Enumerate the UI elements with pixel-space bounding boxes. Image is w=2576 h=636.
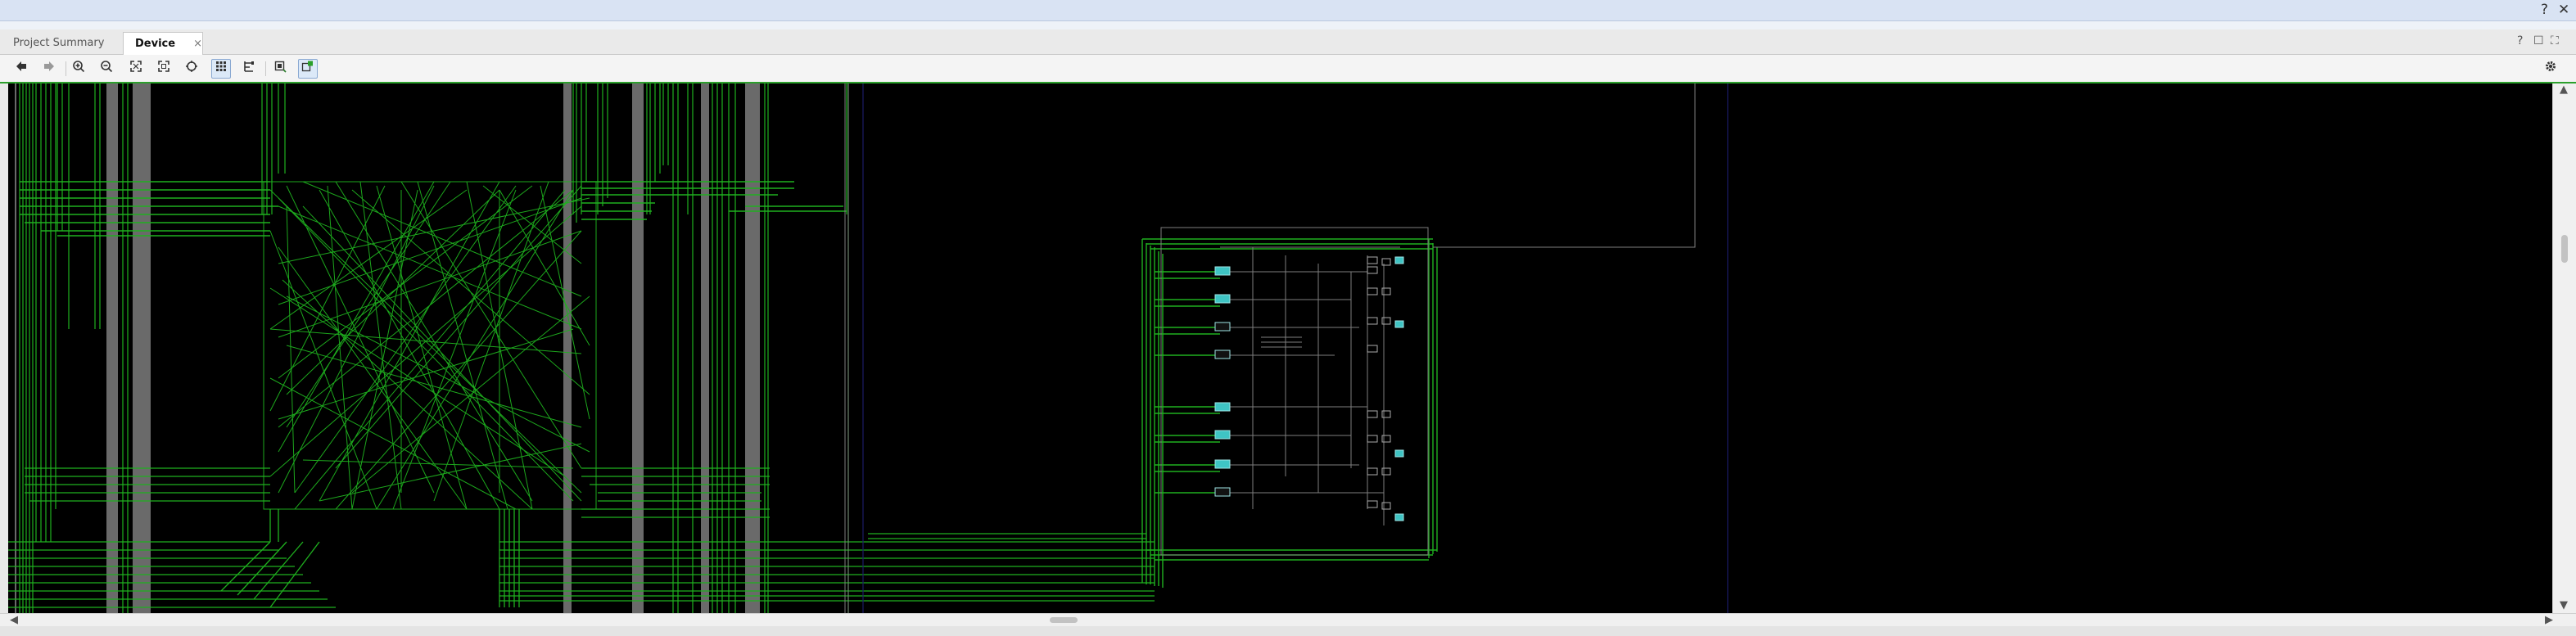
tab-device[interactable]: Device × bbox=[123, 32, 203, 55]
zoom-area-icon[interactable] bbox=[154, 59, 174, 79]
auto-fit-icon[interactable] bbox=[182, 59, 201, 79]
scroll-down-icon[interactable]: ▼ bbox=[2560, 599, 2568, 611]
scroll-right-icon[interactable]: ▶ bbox=[2545, 614, 2553, 626]
status-strip bbox=[0, 626, 2576, 636]
horizontal-scroll-thumb[interactable] bbox=[1050, 617, 1078, 623]
device-view-canvas[interactable] bbox=[8, 83, 2552, 613]
tab-project-summary[interactable]: Project Summary× bbox=[2, 32, 129, 71]
forward-icon[interactable] bbox=[39, 59, 59, 79]
tab-label: Project Summary bbox=[13, 37, 105, 49]
placed-logic-region bbox=[1141, 238, 1438, 588]
zoom-out-icon[interactable] bbox=[97, 59, 116, 79]
editor-tab-bar: Project Summary× Device × bbox=[0, 29, 2576, 71]
canvas-left-margin bbox=[0, 83, 8, 613]
gear-icon[interactable] bbox=[2541, 59, 2560, 79]
device-toolbar bbox=[0, 55, 2576, 83]
zoom-in-icon[interactable] bbox=[69, 59, 88, 79]
panel-help-icon[interactable]: ? bbox=[2517, 34, 2523, 47]
title-spacer bbox=[0, 21, 2576, 29]
vertical-scrollbar[interactable]: ▲ ▼ bbox=[2552, 83, 2576, 613]
restore-icon[interactable]: ☐ bbox=[2533, 34, 2544, 47]
close-window-icon[interactable]: ✕ bbox=[2558, 2, 2569, 18]
horizontal-scrollbar[interactable]: ◀ ▶ bbox=[0, 613, 2576, 627]
pin-icon[interactable] bbox=[270, 59, 290, 79]
back-icon[interactable] bbox=[11, 59, 31, 79]
draw-pblock-icon[interactable] bbox=[298, 59, 318, 79]
zoom-fit-icon[interactable] bbox=[126, 59, 146, 79]
vertical-scroll-thumb[interactable] bbox=[2561, 235, 2568, 263]
maximize-icon[interactable]: ⛶ bbox=[2551, 34, 2559, 47]
help-icon[interactable]: ? bbox=[2541, 2, 2548, 18]
tab-close-icon[interactable]: × bbox=[193, 33, 202, 55]
routing-mesh bbox=[263, 181, 597, 510]
routing-resources-icon[interactable] bbox=[211, 59, 231, 79]
scroll-up-icon[interactable]: ▲ bbox=[2560, 83, 2568, 96]
toolbar-separator bbox=[265, 61, 266, 76]
window-title-bar: ? ✕ bbox=[0, 0, 2576, 21]
tab-label: Device bbox=[135, 38, 176, 50]
show-nets-icon[interactable] bbox=[239, 59, 259, 79]
scroll-left-icon[interactable]: ◀ bbox=[10, 614, 18, 626]
logic-cells bbox=[1214, 256, 1404, 521]
